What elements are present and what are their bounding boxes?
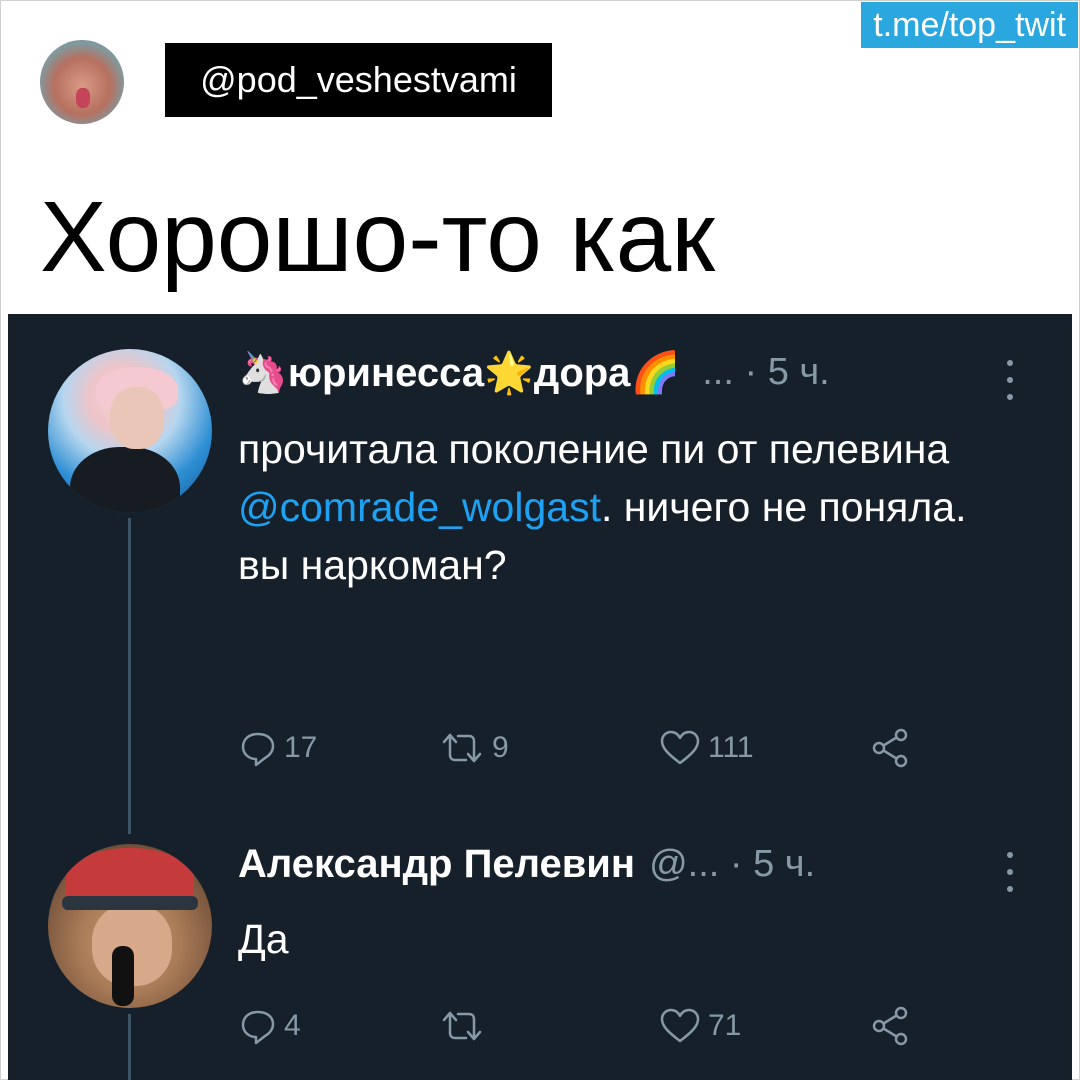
more-options-icon[interactable]	[1004, 360, 1016, 400]
unicorn-emoji: 🦄	[238, 350, 288, 395]
author-name-part: дора	[533, 350, 631, 395]
author-name-part: юринесса	[287, 350, 485, 395]
like-button[interactable]: 111	[658, 726, 754, 770]
tweet-text-part: прочитала поколение пи от пелевина	[238, 426, 950, 472]
share-button[interactable]	[868, 1004, 912, 1048]
like-count: 71	[708, 1009, 742, 1042]
avatar-detail	[110, 387, 164, 449]
share-icon	[872, 1006, 908, 1046]
retweet-count: 9	[492, 731, 509, 764]
poster-avatar[interactable]	[40, 40, 124, 124]
tweet-2-actions: 4 71	[238, 1004, 938, 1048]
avatar-detail	[112, 946, 134, 1006]
retweet-button[interactable]	[438, 1004, 492, 1048]
like-count: 111	[708, 731, 754, 764]
tweet-1-meta: ... · 5 ч.	[702, 350, 830, 393]
tweet-2-avatar[interactable]	[48, 844, 212, 1008]
thread-line	[128, 518, 131, 834]
tweet-1-text: прочитала поколение пи от пелевина @comr…	[238, 420, 998, 594]
retweet-icon	[442, 733, 482, 763]
retweet-icon	[442, 1011, 482, 1041]
retweet-button[interactable]: 9	[438, 726, 509, 770]
reply-button[interactable]: 17	[238, 726, 317, 770]
reply-count: 17	[284, 731, 318, 764]
avatar-detail	[70, 447, 180, 513]
like-button[interactable]: 71	[658, 1004, 741, 1048]
heart-icon	[660, 730, 700, 765]
tweet-1-author-name[interactable]: 🦄юринесса🌟дора🌈	[238, 349, 680, 396]
rainbow-emoji: 🌈	[630, 350, 681, 395]
tweet-2-author-name[interactable]: Александр Пелевин	[238, 842, 635, 887]
reply-icon	[241, 732, 275, 767]
thread-line	[128, 1014, 131, 1080]
avatar-detail	[62, 896, 198, 910]
tweet-1-header: 🦄юринесса🌟дора🌈 ... · 5 ч.	[238, 344, 830, 400]
tweet-2-meta: @... · 5 ч.	[649, 842, 816, 885]
share-icon	[872, 728, 908, 768]
watermark-link[interactable]: t.me/top_twit	[861, 2, 1078, 48]
reply-icon	[241, 1010, 275, 1045]
headline: Хорошо-то как	[40, 181, 715, 293]
tweet-2-text: Да	[238, 916, 289, 962]
reply-button[interactable]: 4	[238, 1004, 301, 1048]
heart-icon	[660, 1008, 700, 1043]
mention-link[interactable]: @comrade_wolgast	[238, 484, 601, 530]
tweet-2-header: Александр Пелевин @... · 5 ч.	[238, 836, 815, 892]
share-button[interactable]	[868, 726, 912, 770]
avatar-detail	[76, 88, 90, 108]
reply-count: 4	[284, 1009, 301, 1042]
poster-handle[interactable]: @pod_veshestvami	[165, 43, 552, 117]
tweet-1-actions: 17 9 111	[238, 726, 938, 770]
tweet-thread-screenshot: 🦄юринесса🌟дора🌈 ... · 5 ч. прочитала пок…	[8, 314, 1072, 1080]
more-options-icon[interactable]	[1004, 852, 1016, 892]
star-emoji: 🌟	[484, 350, 534, 395]
tweet-1-avatar[interactable]	[48, 349, 212, 513]
